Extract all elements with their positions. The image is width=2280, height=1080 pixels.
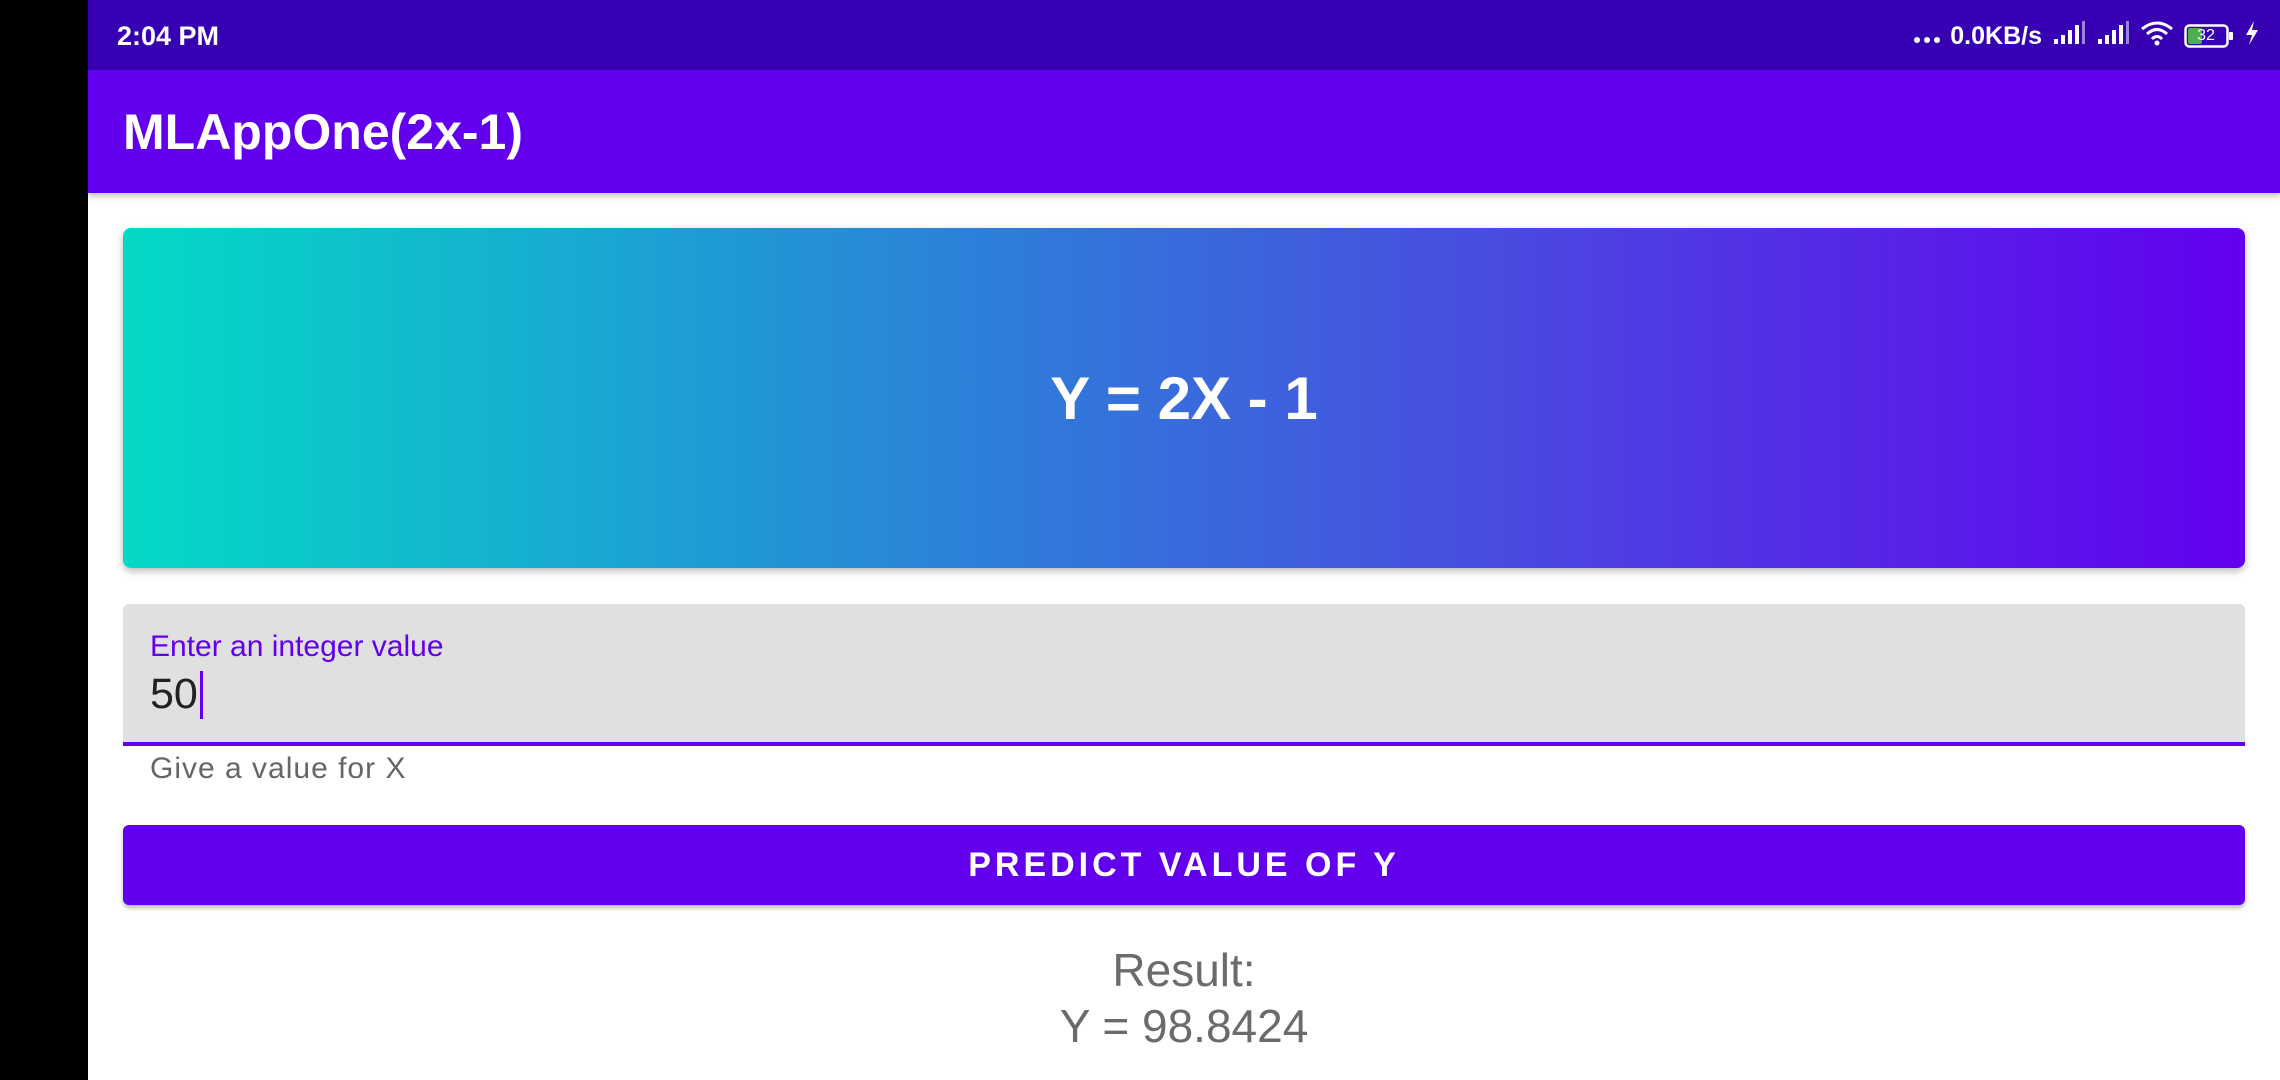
result-value: Y = 98.8424	[1059, 1000, 1309, 1052]
display-cutout	[0, 0, 88, 1080]
x-value-input[interactable]: Enter an integer value 50	[123, 604, 2245, 746]
more-dots-icon	[1914, 37, 1941, 43]
input-value-row[interactable]: 50	[150, 670, 203, 719]
input-helper-text: Give a value for X	[150, 752, 407, 785]
status-time: 2:04 PM	[117, 21, 220, 51]
charging-icon	[2244, 20, 2260, 52]
formula-card: Y = 2X - 1	[123, 228, 2245, 568]
app-bar: MLAppOne(2x-1)	[88, 70, 2280, 193]
input-value[interactable]: 50	[150, 670, 198, 719]
battery-level: 32	[2197, 27, 2215, 44]
app-screen: 2:04 PM 0.0KB/s 32 MLAppOne(2x-1) Y = 2X…	[88, 0, 2280, 1080]
formula-text: Y = 2X - 1	[1050, 364, 1318, 432]
predict-button[interactable]: PREDICT VALUE OF Y	[123, 825, 2245, 905]
network-speed: 0.0KB/s	[1950, 21, 2042, 50]
signal-icon	[2096, 20, 2130, 52]
text-caret	[199, 670, 203, 719]
wifi-icon	[2140, 20, 2174, 53]
result-block: Result: Y = 98.8424	[88, 942, 2280, 1054]
battery-icon: 32	[2184, 24, 2234, 48]
signal-icon	[2052, 20, 2086, 52]
app-title: MLAppOne(2x-1)	[123, 104, 523, 160]
status-icons: 0.0KB/s 32	[1914, 18, 2260, 54]
input-label: Enter an integer value	[150, 630, 444, 663]
result-label: Result:	[1112, 944, 1256, 996]
status-bar: 2:04 PM 0.0KB/s 32	[88, 0, 2280, 70]
